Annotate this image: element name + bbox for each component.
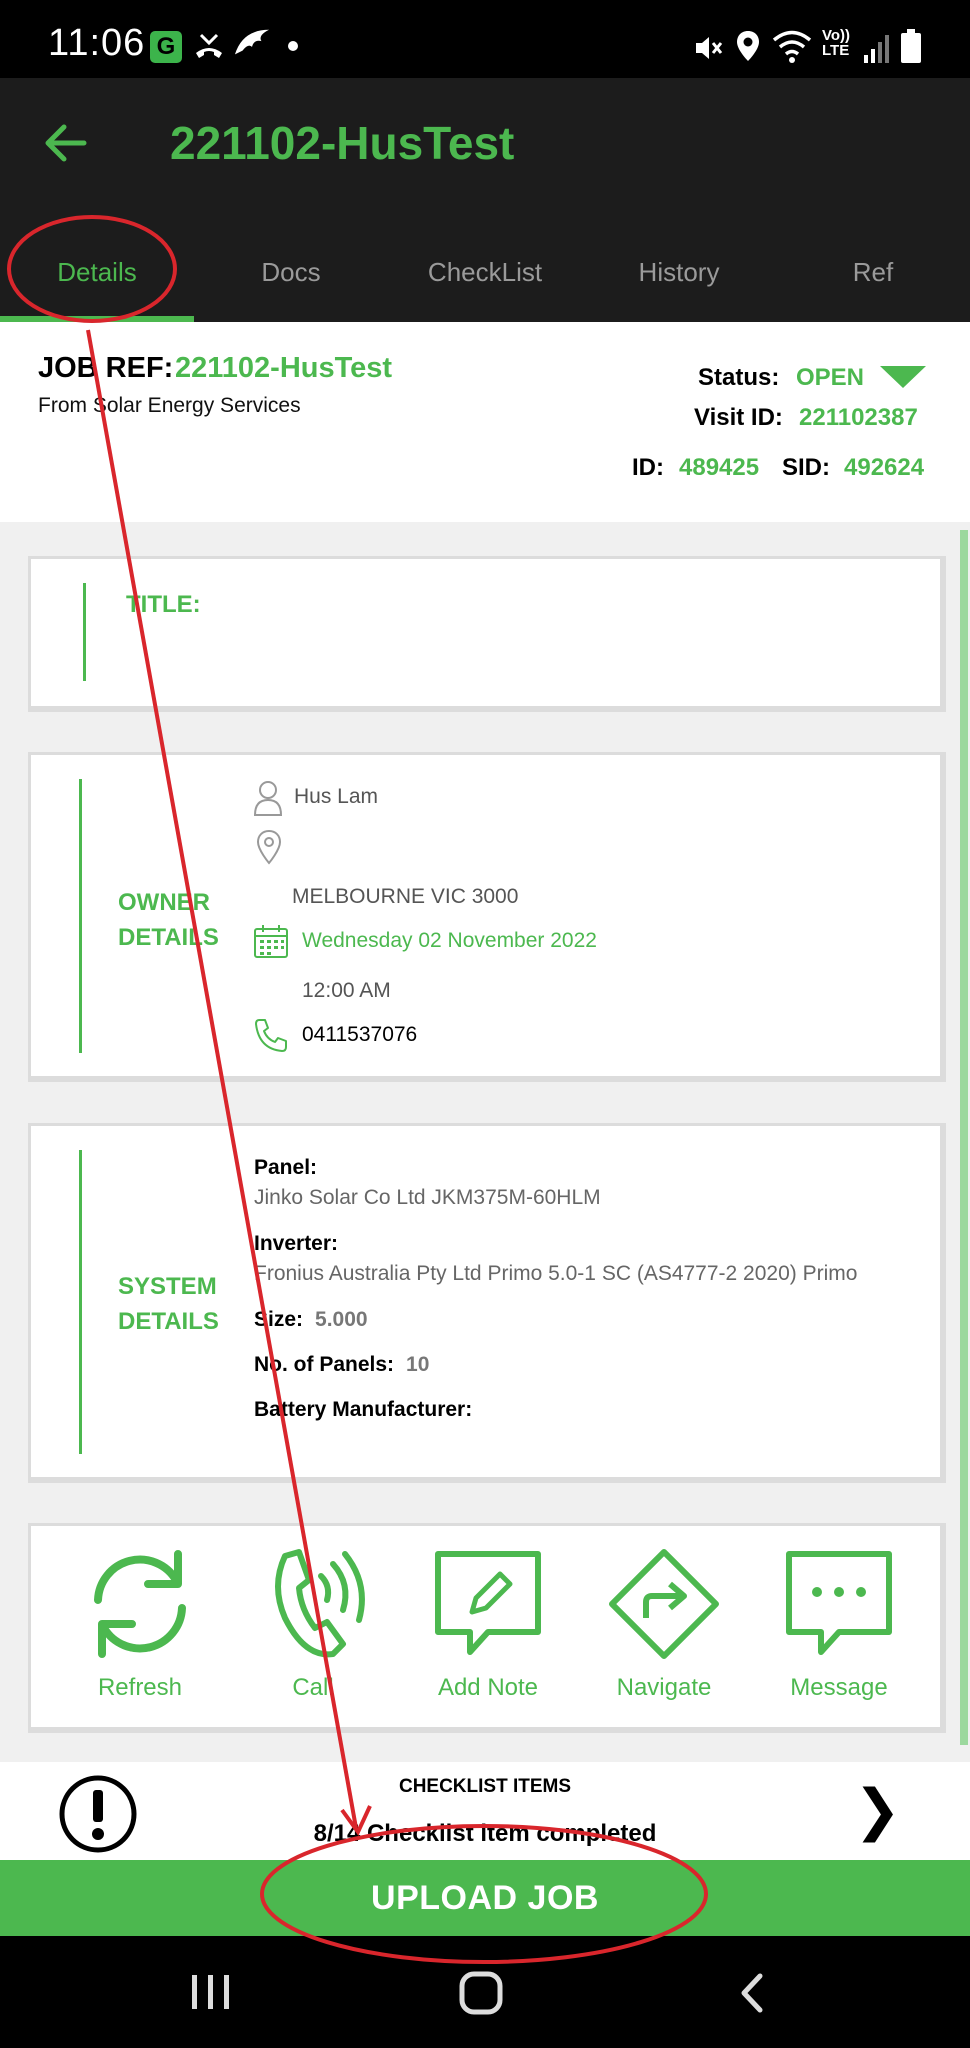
owner-label-line1: OWNER [118,889,210,916]
battery-label: Battery Manufacturer: [254,1398,473,1421]
app-bar: 221102-HusTest Details Docs CheckList Hi… [0,78,970,322]
owner-label-line2: DETAILS [118,924,219,951]
page-title: 221102-HusTest [170,117,515,169]
job-source: From Solar Energy Services [38,394,301,417]
sid-label: SID: [782,454,830,481]
size-row: Size: 5.000 [254,1308,368,1332]
status-dropdown-icon[interactable] [880,366,926,388]
owner-address: MELBOURNE VIC 3000 [292,885,519,908]
job-header: JOB REF: 221102-HusTest From Solar Energ… [0,322,970,522]
size-label: Size: [254,1308,304,1331]
owner-details-card: OWNER DETAILS Hus Lam MELBOURNE VIC 3000… [28,752,946,1082]
panels-value: 10 [406,1353,430,1376]
app-hawk-icon [234,29,270,55]
job-ref-value: 221102-HusTest [175,352,393,384]
location-icon [737,31,759,61]
person-icon [253,781,283,816]
tab-history[interactable]: History [582,228,776,322]
calendar-icon [254,925,288,958]
signal-icon [864,35,889,63]
inverter-label: Inverter: [254,1232,339,1255]
inverter-value: Fronius Australia Pty Ltd Primo 5.0-1 SC… [254,1262,858,1285]
panels-row: No. of Panels: 10 [254,1353,429,1377]
owner-details-label: OWNER DETAILS [118,885,219,955]
add-note-icon [435,1551,541,1655]
add-note-label: Add Note [437,1674,539,1701]
back-nav-icon[interactable] [736,1972,768,2014]
battery-icon [901,29,921,63]
navigate-button[interactable]: Navigate [579,1546,749,1702]
panel-value: Jinko Solar Co Ltd JKM375M-60HLM [254,1186,601,1209]
checklist-summary[interactable]: CHECKLIST ITEMS 8/14 Checklist item comp… [0,1762,970,1862]
refresh-button[interactable]: Refresh [55,1546,225,1702]
refresh-label: Refresh [97,1674,183,1701]
checklist-progress: 8/14 Checklist item completed [313,1820,657,1847]
scrollbar[interactable] [960,530,968,1745]
message-button[interactable]: Message [754,1546,924,1702]
system-details-card: SYSTEM DETAILS Panel: Jinko Solar Co Ltd… [28,1123,946,1483]
card-accent-line [79,1150,82,1454]
status-value[interactable]: OPEN [796,364,864,392]
tab-bar: Details Docs CheckList History Ref [0,228,970,322]
message-label: Message [790,1674,888,1701]
panel-label: Panel: [254,1156,318,1179]
title-card: TITLE: [28,556,946,712]
home-icon[interactable] [458,1970,504,2016]
system-label-line1: SYSTEM [118,1273,217,1300]
checklist-title: CHECKLIST ITEMS [398,1776,572,1797]
id-value: 489425 [679,454,760,481]
panels-label: No. of Panels: [254,1353,395,1376]
volte-indicator: Vo)) LTE [822,28,850,58]
message-icon [786,1551,892,1655]
appointment-date: Wednesday 02 November 2022 [302,929,597,952]
system-nav-bar [0,1936,970,2048]
action-bar: Refresh Call Add Note Navigate Message [28,1523,946,1733]
missed-call-icon [196,33,222,58]
card-accent-line [79,779,82,1053]
size-value: 5.000 [315,1308,368,1331]
tab-checklist[interactable]: CheckList [388,228,582,322]
owner-phone[interactable]: 0411537076 [302,1023,417,1047]
system-details-label: SYSTEM DETAILS [118,1269,219,1339]
upload-job-button[interactable]: UPLOAD JOB [0,1860,970,1936]
owner-name: Hus Lam [294,785,379,808]
status-label: Status: [698,364,780,391]
recents-icon[interactable] [188,1972,234,2012]
id-label: ID: [632,454,664,481]
call-label: Call [292,1674,334,1701]
navigate-icon [609,1549,719,1659]
appointment-time: 12:00 AM [302,979,391,1002]
card-accent-line [83,583,86,681]
chevron-right-icon[interactable]: ❯ [854,1782,901,1838]
tab-details[interactable]: Details [0,228,194,322]
tab-ref[interactable]: Ref [776,228,970,322]
job-ref-label: JOB REF: [38,352,174,384]
visit-id-label: Visit ID: [694,404,783,431]
tab-docs[interactable]: Docs [194,228,388,322]
refresh-icon [94,1550,186,1658]
visit-id-value: 221102387 [799,404,918,431]
volte-bottom: LTE [822,42,850,59]
status-time: 11:06 [48,22,146,64]
wifi-icon [772,30,812,63]
back-arrow-icon[interactable] [40,118,90,168]
status-bar: 11:06 G Vo)) LTE [0,0,970,78]
phone-icon[interactable] [253,1017,289,1053]
navigate-label: Navigate [616,1674,712,1701]
title-label: TITLE: [126,591,201,618]
notification-dot-icon [288,41,298,51]
add-note-button[interactable]: Add Note [403,1546,573,1702]
sid-value: 492624 [844,454,925,481]
system-label-line2: DETAILS [118,1308,219,1335]
call-icon [275,1549,365,1658]
call-button[interactable]: Call [228,1546,398,1702]
carrier-badge-icon: G [150,31,182,63]
location-pin-icon [256,829,282,865]
mute-icon [696,37,723,59]
